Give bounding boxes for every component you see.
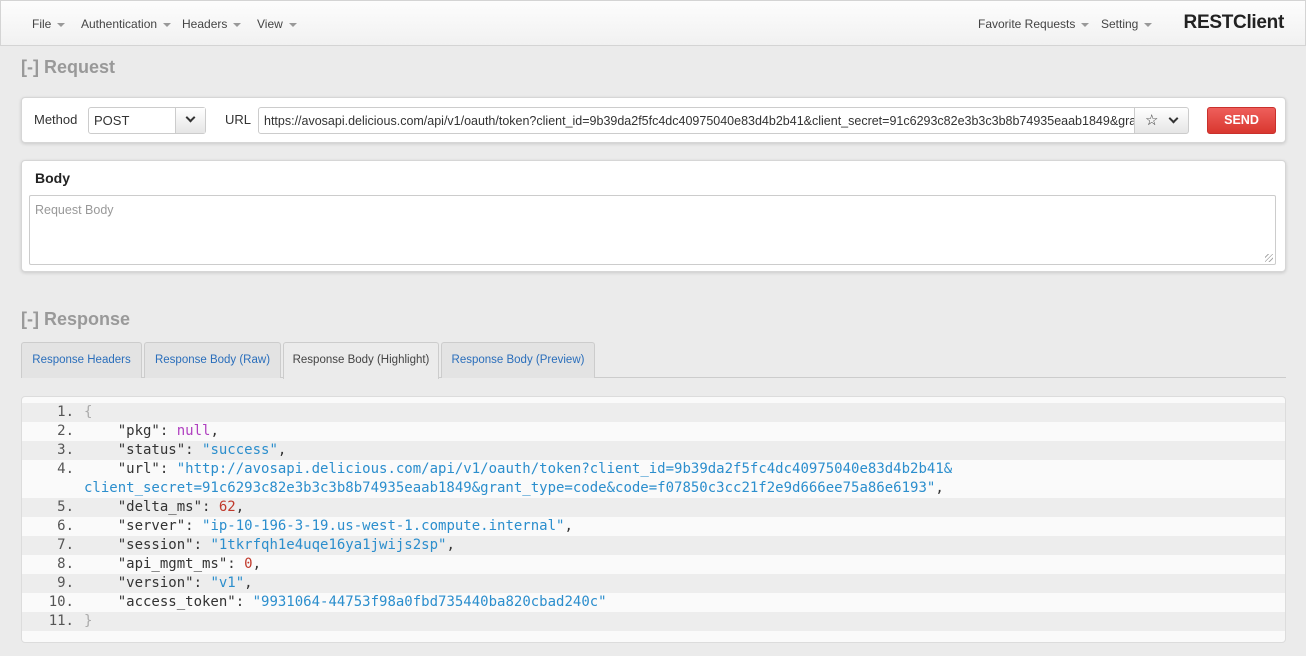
- tab-response-body-highlight[interactable]: Response Body (Highlight): [283, 342, 439, 379]
- caret-down-icon: [233, 22, 242, 27]
- chevron-down-icon: [185, 112, 196, 123]
- tab-response-body-raw[interactable]: Response Body (Raw): [144, 342, 281, 378]
- url-value: https://avosapi.delicious.com/api/v1/oau…: [264, 114, 1135, 128]
- brand-logo: RESTClient: [1183, 12, 1285, 33]
- chevron-down-icon: [1168, 113, 1179, 124]
- menu-headers[interactable]: Headers: [182, 1, 242, 47]
- tab-response-body-preview[interactable]: Response Body (Preview): [441, 342, 595, 378]
- resize-handle[interactable]: [1265, 254, 1273, 262]
- menu-authentication[interactable]: Authentication: [81, 1, 172, 47]
- tab-response-headers[interactable]: Response Headers: [21, 342, 142, 378]
- request-body-placeholder: Request Body: [35, 203, 114, 217]
- caret-down-icon: [288, 22, 297, 27]
- code-line: 5. "delta_ms": 62,: [22, 498, 1285, 517]
- request-panel: Method POST URL https://avosapi.deliciou…: [21, 97, 1286, 143]
- code-line: 7. "session": "1tkrfqh1e4uqe16ya1jwijs2s…: [22, 536, 1285, 555]
- code-line: 2. "pkg": null,: [57, 423, 219, 439]
- code-line: 6. "server": "ip-10-196-3-19.us-west-1.c…: [57, 518, 573, 534]
- response-body-code: 1. { 2. "pkg": null, 3. "status": "succe…: [21, 396, 1286, 643]
- method-value: POST: [94, 113, 130, 128]
- send-button[interactable]: SEND: [1207, 107, 1276, 134]
- response-tabs: Response Headers Response Body (Raw) Res…: [21, 342, 1286, 379]
- star-icon: ☆: [1145, 112, 1159, 129]
- url-label: URL: [225, 112, 252, 127]
- caret-down-icon: [57, 22, 66, 27]
- url-input[interactable]: https://avosapi.delicious.com/api/v1/oau…: [258, 107, 1135, 134]
- code-line: 3. "status": "success",: [22, 441, 1285, 460]
- request-body-textarea[interactable]: Request Body: [29, 195, 1276, 265]
- body-title: Body: [35, 170, 70, 186]
- method-select[interactable]: POST: [88, 107, 206, 134]
- caret-down-icon: [1144, 22, 1153, 27]
- caret-down-icon: [163, 22, 172, 27]
- navbar: File Authentication Headers View Favorit…: [0, 0, 1306, 46]
- code-line: 10. "access_token": "9931064-44753f98a0f…: [48, 594, 607, 610]
- menu-favorite-requests[interactable]: Favorite Requests: [978, 1, 1090, 47]
- code-line: 9. "version": "v1",: [22, 574, 1285, 593]
- code-line: 1. {: [22, 403, 1285, 422]
- menu-file[interactable]: File: [32, 1, 66, 47]
- caret-down-icon: [1081, 22, 1090, 27]
- code-line: 8. "api_mgmt_ms": 0,: [57, 556, 262, 572]
- request-section-toggle[interactable]: [-] Request: [21, 57, 115, 78]
- method-label: Method: [34, 112, 78, 127]
- body-panel: Body Request Body: [21, 160, 1286, 272]
- code-line: 11. }: [22, 612, 1285, 631]
- response-section-toggle[interactable]: [-] Response: [21, 309, 130, 330]
- code-line: 4. "url": "http://avosapi.delicious.com/…: [57, 461, 953, 496]
- menu-setting[interactable]: Setting: [1101, 1, 1153, 47]
- menu-view[interactable]: View: [257, 1, 297, 47]
- favorite-button[interactable]: ☆: [1134, 107, 1189, 134]
- method-dropdown-button[interactable]: [175, 108, 205, 133]
